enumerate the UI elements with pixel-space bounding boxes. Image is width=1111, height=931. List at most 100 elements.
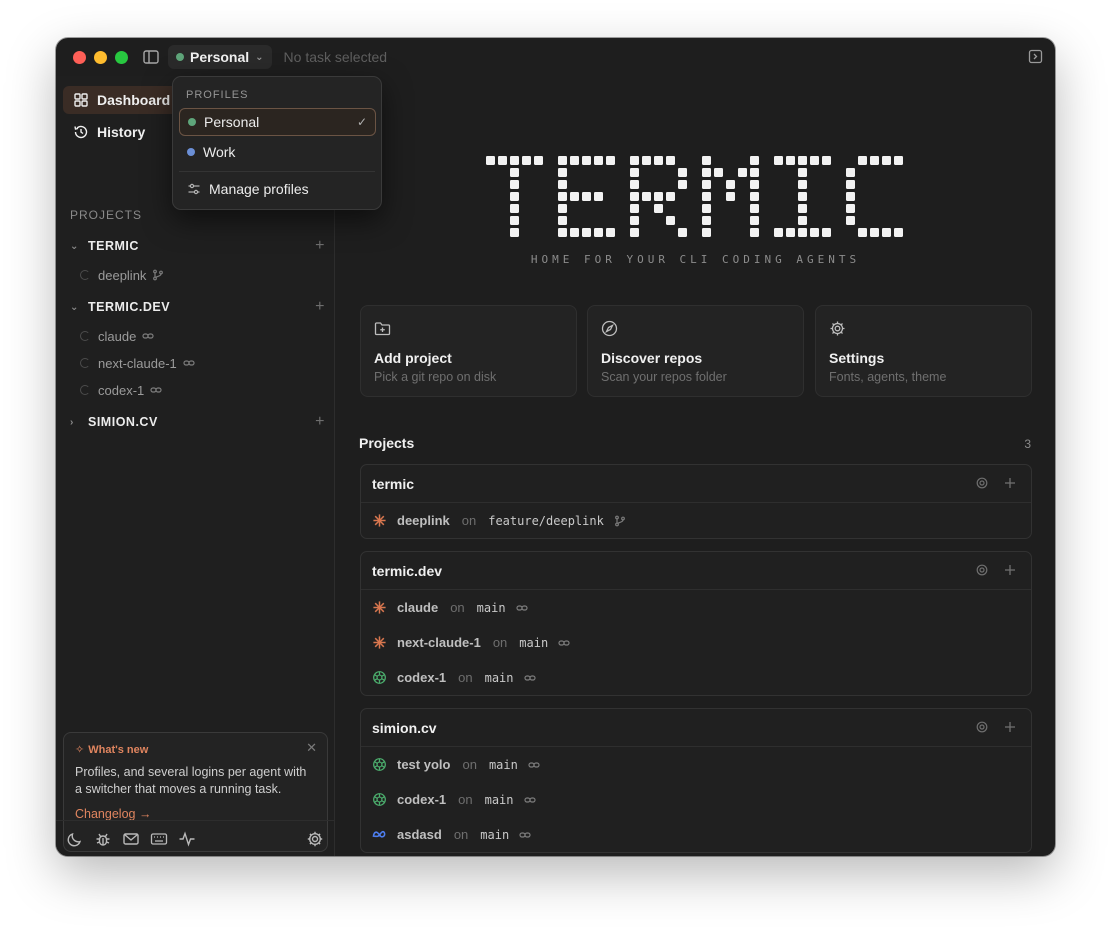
logo-pixel <box>822 228 831 237</box>
sidebar-project-simion-cv[interactable]: › SIMION.CV + <box>70 411 325 433</box>
settings-card[interactable]: Settings Fonts, agents, theme <box>815 305 1032 397</box>
project-name: TERMIC <box>88 239 139 253</box>
settings-icon[interactable] <box>975 720 989 734</box>
logo-pixel <box>654 204 663 213</box>
logo-pixel <box>630 216 639 225</box>
logo-pixel <box>558 168 567 177</box>
logo-pixel <box>786 156 795 165</box>
close-window-button[interactable] <box>73 50 86 64</box>
project-task-row[interactable]: claude on main <box>361 590 1031 625</box>
project-task-row[interactable]: deeplink on feature/deeplink <box>361 503 1031 538</box>
profile-switcher-button[interactable]: Personal ⌄ <box>168 45 272 69</box>
task-name: codex-1 <box>397 670 447 685</box>
sidebar-toggle-icon[interactable] <box>142 48 160 66</box>
plus-icon[interactable] <box>1003 563 1017 577</box>
logo-pixel <box>726 180 735 189</box>
zoom-window-button[interactable] <box>115 50 128 64</box>
task-name: asdasd <box>397 827 442 842</box>
link-icon <box>523 794 536 806</box>
project-task-row[interactable]: test yolo on main <box>361 747 1031 782</box>
project-task-row[interactable]: codex-1 on main <box>361 660 1031 695</box>
changelog-link[interactable]: Changelog → <box>75 807 316 821</box>
logo-pixel <box>678 168 687 177</box>
sparkle-icon: ✧ <box>75 744 85 756</box>
claude-icon <box>371 513 387 529</box>
logo-pixel <box>750 168 759 177</box>
task-name: deeplink <box>397 513 450 528</box>
activity-icon[interactable] <box>178 830 196 848</box>
settings-icon[interactable] <box>975 476 989 490</box>
gear-icon[interactable] <box>306 830 324 848</box>
add-task-plus-icon[interactable]: + <box>315 413 325 431</box>
link-icon <box>519 829 531 841</box>
project-task-row[interactable]: asdasd on main <box>361 817 1031 852</box>
sidebar-task-codex-1[interactable]: codex-1 <box>80 380 162 400</box>
link-icon <box>558 637 570 649</box>
loading-icon <box>80 358 90 368</box>
loading-icon <box>80 331 90 341</box>
logo-pixel <box>810 228 819 237</box>
logo-pixel <box>654 156 663 165</box>
sidebar-task-deeplink[interactable]: deeplink <box>80 265 164 285</box>
plus-icon[interactable] <box>1003 476 1017 490</box>
branch-name: main <box>488 757 518 772</box>
keyboard-icon[interactable] <box>150 830 168 848</box>
logo-pixel <box>558 204 567 213</box>
settings-icon[interactable] <box>975 563 989 577</box>
bug-icon[interactable] <box>94 830 112 848</box>
logo-pixel <box>594 228 603 237</box>
manage-profiles-item[interactable]: Manage profiles <box>179 175 376 203</box>
link-icon <box>528 759 540 771</box>
project-task-row[interactable]: next-claude-1 on main <box>361 625 1031 660</box>
task-status: No task selected <box>283 49 388 65</box>
project-card-actions <box>975 563 1017 577</box>
logo-pixel <box>750 228 759 237</box>
logo-pixel <box>702 156 711 165</box>
logo-pixel <box>702 180 711 189</box>
sidebar-bottom-bar <box>56 820 334 856</box>
card-title: Settings <box>829 350 885 366</box>
sidebar-project-termic-dev[interactable]: ⌄ TERMIC.DEV + <box>70 296 325 318</box>
plus-icon[interactable] <box>1003 720 1017 734</box>
logo-pixel <box>702 192 711 201</box>
logo-pixel <box>630 168 639 177</box>
branch-name: feature/deeplink <box>488 513 604 528</box>
right-panel-toggle-icon[interactable] <box>1028 49 1043 64</box>
minimize-window-button[interactable] <box>94 50 107 64</box>
logo-pixel <box>510 216 519 225</box>
add-task-plus-icon[interactable]: + <box>315 298 325 316</box>
task-name: deeplink <box>98 267 147 283</box>
logo-pixel <box>798 192 807 201</box>
projects-heading: Projects <box>359 435 415 451</box>
add-task-plus-icon[interactable]: + <box>315 237 325 255</box>
sidebar-project-termic[interactable]: ⌄ TERMIC + <box>70 235 325 257</box>
project-card-termic: termic deeplink on feature/deeplink <box>360 464 1032 539</box>
card-subtitle: Fonts, agents, theme <box>829 370 947 384</box>
project-task-row[interactable]: codex-1 on main <box>361 782 1031 817</box>
logo-pixel <box>486 156 495 165</box>
sliders-icon <box>188 183 200 195</box>
logo-pixel <box>846 192 855 201</box>
logo-pixel <box>750 156 759 165</box>
profile-item-personal[interactable]: Personal ✓ <box>179 108 376 136</box>
project-card-simion-cv: simion.cv test yolo on main codex-1 on m… <box>360 708 1032 853</box>
sidebar-task-claude[interactable]: claude <box>80 326 154 346</box>
logo-pixel <box>498 156 507 165</box>
claude-icon <box>371 600 387 616</box>
mail-icon[interactable] <box>122 830 140 848</box>
logo-pixel <box>630 192 639 201</box>
profile-item-work[interactable]: Work <box>179 138 376 166</box>
add-project-card[interactable]: Add project Pick a git repo on disk <box>360 305 577 397</box>
logo-pixel <box>558 192 567 201</box>
logo-pixel <box>750 216 759 225</box>
logo-pixel <box>630 204 639 213</box>
logo-pixel <box>630 228 639 237</box>
on-label: on <box>461 513 477 528</box>
branch-name: main <box>476 600 506 615</box>
close-icon[interactable]: ✕ <box>306 740 317 756</box>
discover-repos-card[interactable]: Discover repos Scan your repos folder <box>587 305 804 397</box>
logo-pixel <box>798 180 807 189</box>
moon-icon[interactable] <box>66 830 84 848</box>
sidebar-task-next-claude-1[interactable]: next-claude-1 <box>80 353 195 373</box>
project-card-termic-dev: termic.dev claude on main next-claude-1 … <box>360 551 1032 696</box>
